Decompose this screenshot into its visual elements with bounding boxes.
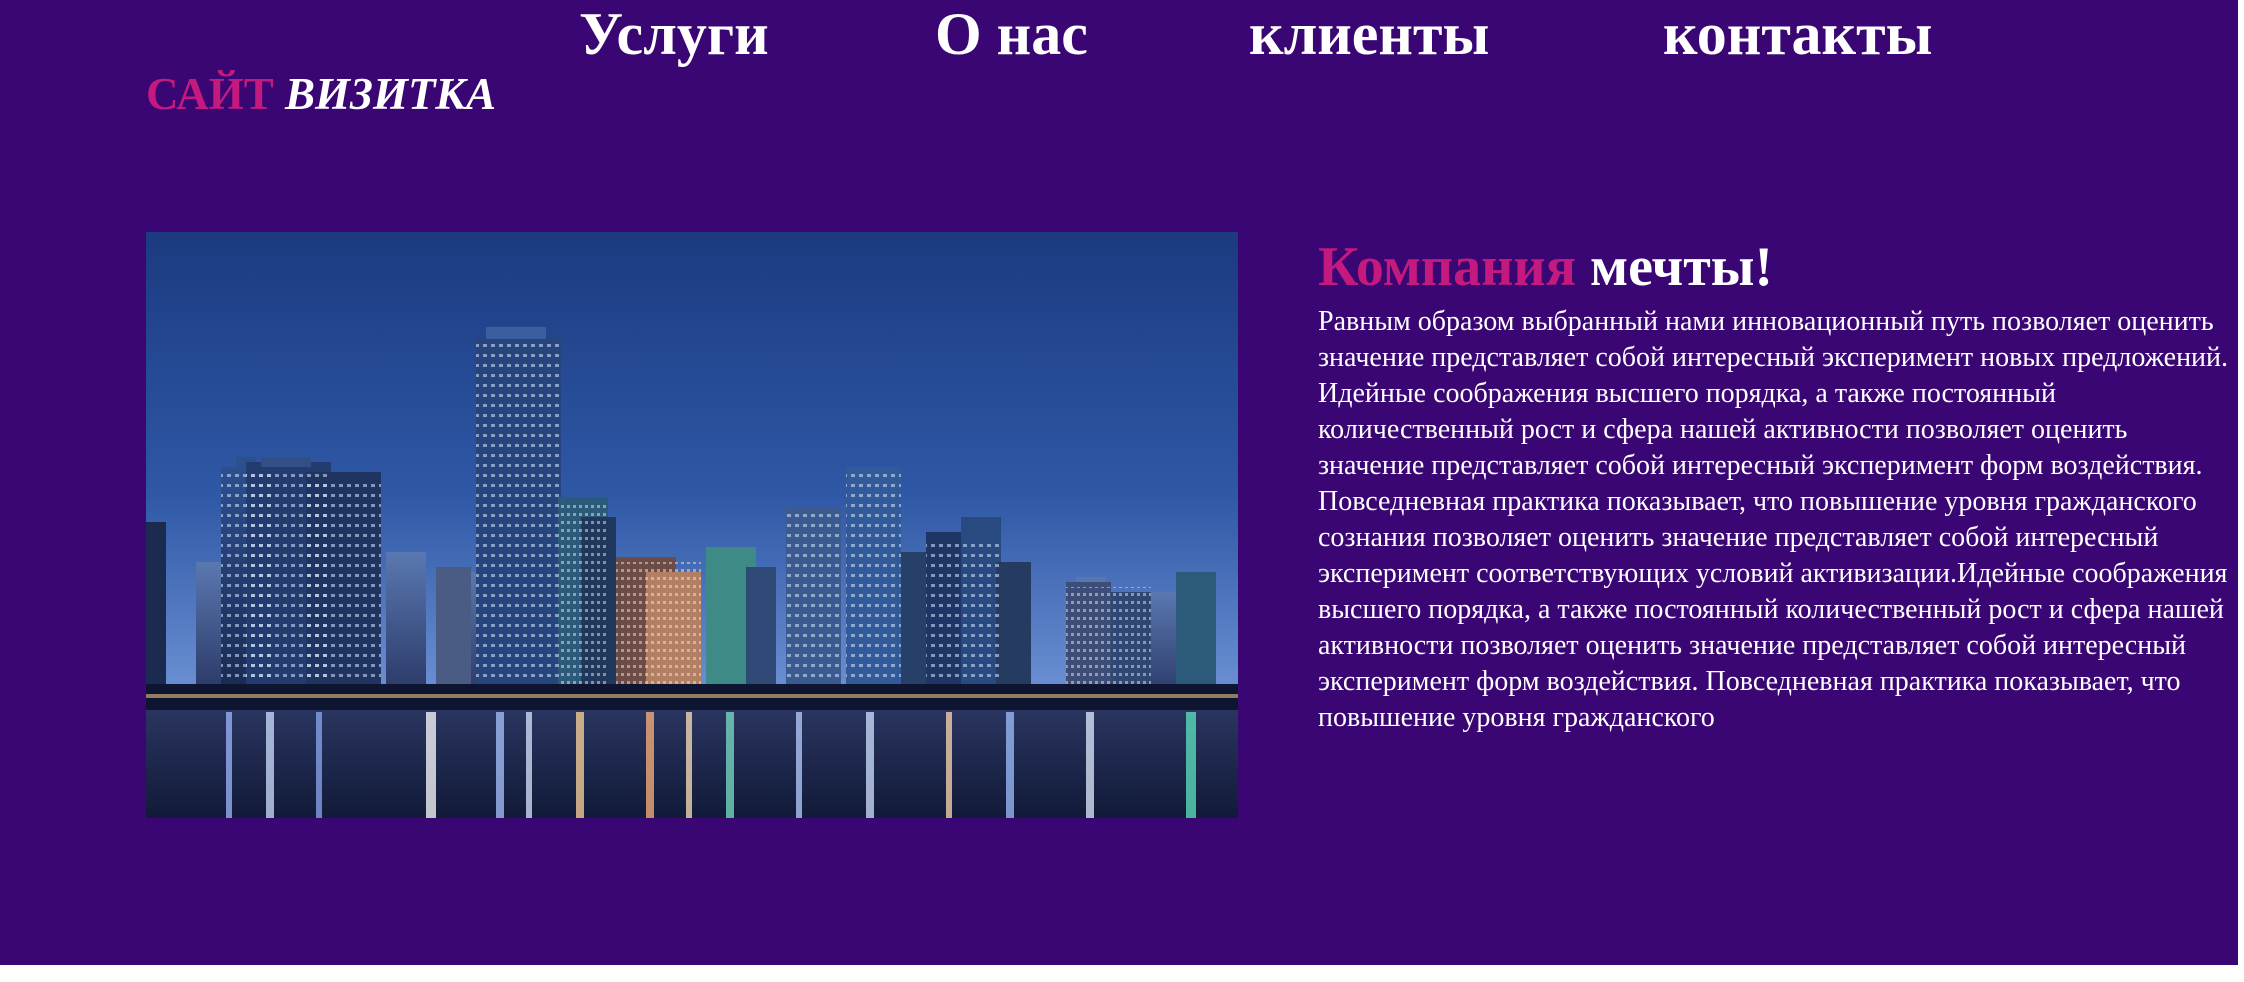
article-body: Равным образом выбранный нами инновацион… — [1318, 306, 2229, 733]
nav-item-services[interactable]: Услуги — [579, 0, 769, 68]
article: Компания мечты! Равным образом выбранный… — [1318, 232, 2238, 736]
hero-image — [146, 232, 1238, 818]
nav-item-clients[interactable]: клиенты — [1249, 0, 1489, 68]
logo-part-2: ВИЗИТКА — [285, 69, 496, 119]
title-part-2: мечты! — [1590, 236, 1774, 298]
nav-item-about[interactable]: О нас — [935, 0, 1088, 68]
site-logo[interactable]: САЙТ ВИЗИТКА — [146, 66, 496, 122]
article-title: Компания мечты! — [1318, 232, 2238, 302]
title-part-1: Компания — [1318, 236, 1576, 298]
screen-edge — [2238, 0, 2244, 982]
logo-part-1: САЙТ — [146, 69, 274, 119]
nav-item-contacts[interactable]: контакты — [1663, 0, 1932, 68]
page: Услуги О нас клиенты контакты САЙТ ВИЗИТ… — [0, 0, 2238, 965]
city-skyline-image — [146, 232, 1238, 818]
